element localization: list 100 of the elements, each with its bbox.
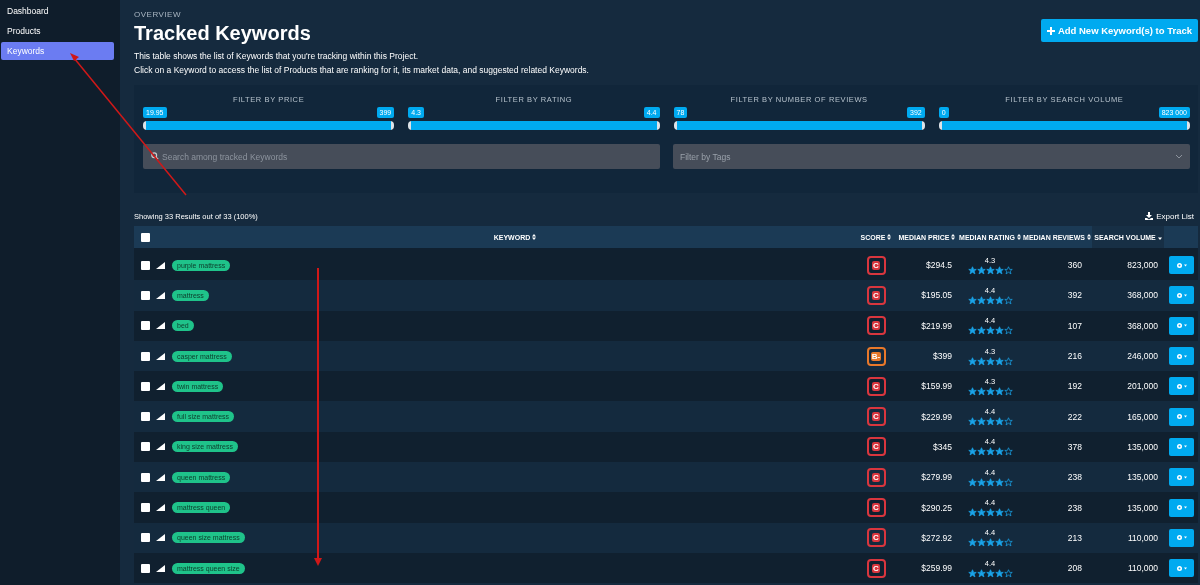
row-checkbox[interactable] xyxy=(140,472,150,482)
star-icon xyxy=(994,417,1004,427)
reviews-cell-text: 238 xyxy=(1066,502,1083,513)
reviews-cell-text: 378 xyxy=(1066,441,1083,452)
settings-button[interactable] xyxy=(1168,528,1194,547)
star-icon xyxy=(994,265,1004,275)
reviews-cell-text: 222 xyxy=(1066,411,1083,422)
price-cell-text: $294.5 xyxy=(925,260,953,271)
settings-button[interactable] xyxy=(1168,559,1194,578)
star-icon xyxy=(967,326,977,336)
search-field[interactable]: Search among tracked Keywords xyxy=(143,144,660,169)
signal-icon xyxy=(156,413,165,421)
signal-icon xyxy=(156,443,165,451)
signal-icon xyxy=(156,382,165,390)
row-checkbox[interactable] xyxy=(140,290,150,300)
gear-icon xyxy=(1175,413,1187,421)
star-icon xyxy=(967,386,977,396)
volume-cell-text: 135,000 xyxy=(1126,441,1159,452)
score-badge: C xyxy=(866,467,886,487)
score-badge: C xyxy=(866,498,886,517)
row-checkbox[interactable] xyxy=(140,260,150,270)
price-cell-text: $229.99 xyxy=(920,411,953,422)
row-checkbox[interactable] xyxy=(140,321,150,331)
price-cell-text: $290.25 xyxy=(920,502,953,513)
gear-icon xyxy=(1175,382,1187,390)
signal-icon xyxy=(156,473,165,481)
reviews-cell-text: 360 xyxy=(1066,260,1083,271)
row-checkbox[interactable] xyxy=(140,563,150,573)
star-icon xyxy=(976,447,986,457)
settings-button[interactable] xyxy=(1168,468,1194,487)
gear-icon xyxy=(1175,291,1187,299)
score-badge: C xyxy=(866,316,886,336)
star-icon xyxy=(994,326,1004,336)
signal-icon xyxy=(156,261,165,269)
reviews-cell-text: 192 xyxy=(1066,381,1083,392)
gear-icon xyxy=(1175,473,1187,481)
settings-button[interactable] xyxy=(1168,437,1194,456)
signal-icon xyxy=(156,504,165,511)
star-icon xyxy=(985,538,995,548)
tags-dropdown[interactable]: Filter by Tags xyxy=(673,144,1190,169)
row-checkbox[interactable] xyxy=(140,503,150,512)
sidebar-item[interactable]: Dashboard xyxy=(1,2,114,20)
star-icon xyxy=(994,477,1004,487)
signal-icon xyxy=(156,534,165,542)
score-badge: C xyxy=(866,437,886,457)
star-icon xyxy=(985,326,995,336)
row-checkbox[interactable] xyxy=(140,412,150,422)
settings-button[interactable] xyxy=(1168,286,1194,305)
settings-button[interactable] xyxy=(1168,407,1194,426)
signal-icon xyxy=(156,352,165,360)
star-icon xyxy=(994,295,1004,305)
star-icon xyxy=(976,265,986,275)
score-badge: B- xyxy=(866,346,886,366)
reviews-cell-text: 238 xyxy=(1066,472,1083,483)
settings-button[interactable] xyxy=(1168,377,1194,396)
reviews-cell-text: 392 xyxy=(1066,290,1083,301)
sidebar-item[interactable]: Products xyxy=(1,22,114,40)
row-checkbox[interactable] xyxy=(140,351,150,361)
settings-button[interactable] xyxy=(1168,256,1194,275)
star-icon xyxy=(967,538,977,548)
sidebar-item[interactable]: Keywords xyxy=(1,42,114,60)
signal-icon xyxy=(156,564,165,572)
settings-button[interactable] xyxy=(1168,498,1194,517)
gear-icon xyxy=(1175,564,1187,572)
score-badge: C xyxy=(866,558,886,578)
star-icon xyxy=(985,265,995,275)
score-badge: C xyxy=(866,376,886,396)
reviews-cell-text: 208 xyxy=(1066,563,1083,574)
volume-cell-text: 201,000 xyxy=(1126,381,1159,392)
select-all-checkbox[interactable] xyxy=(140,232,150,242)
chevron-down-icon xyxy=(1175,154,1183,159)
volume-cell-text: 368,000 xyxy=(1126,290,1159,301)
gear-icon xyxy=(1175,261,1187,269)
settings-button[interactable] xyxy=(1168,316,1194,335)
volume-cell-text: 246,000 xyxy=(1126,351,1159,362)
star-icon xyxy=(985,356,995,366)
row-checkbox[interactable] xyxy=(140,381,150,391)
settings-button[interactable] xyxy=(1168,347,1194,366)
star-icon xyxy=(976,386,986,396)
gear-icon xyxy=(1175,504,1187,511)
reviews-cell-text: 216 xyxy=(1066,351,1083,362)
volume-cell-text: 110,000 xyxy=(1126,532,1159,543)
star-icon xyxy=(976,326,986,336)
score-badge: C xyxy=(866,528,886,548)
gear-icon xyxy=(1175,443,1187,451)
export-list-link[interactable]: Export List xyxy=(1145,211,1194,221)
star-icon xyxy=(985,447,995,457)
price-cell-text: $195.05 xyxy=(920,290,953,301)
star-icon xyxy=(985,477,995,487)
star-icon xyxy=(967,447,977,457)
price-cell-text: $259.99 xyxy=(920,563,953,574)
star-icon xyxy=(967,568,977,578)
star-icon xyxy=(976,417,986,427)
row-checkbox[interactable] xyxy=(140,533,150,543)
star-icon xyxy=(994,356,1004,366)
page-title: Tracked Keywords xyxy=(134,22,312,45)
price-cell-text: $279.99 xyxy=(920,472,953,483)
signal-icon xyxy=(156,291,165,299)
row-checkbox[interactable] xyxy=(140,442,150,452)
price-cell-text: $159.99 xyxy=(920,381,953,392)
